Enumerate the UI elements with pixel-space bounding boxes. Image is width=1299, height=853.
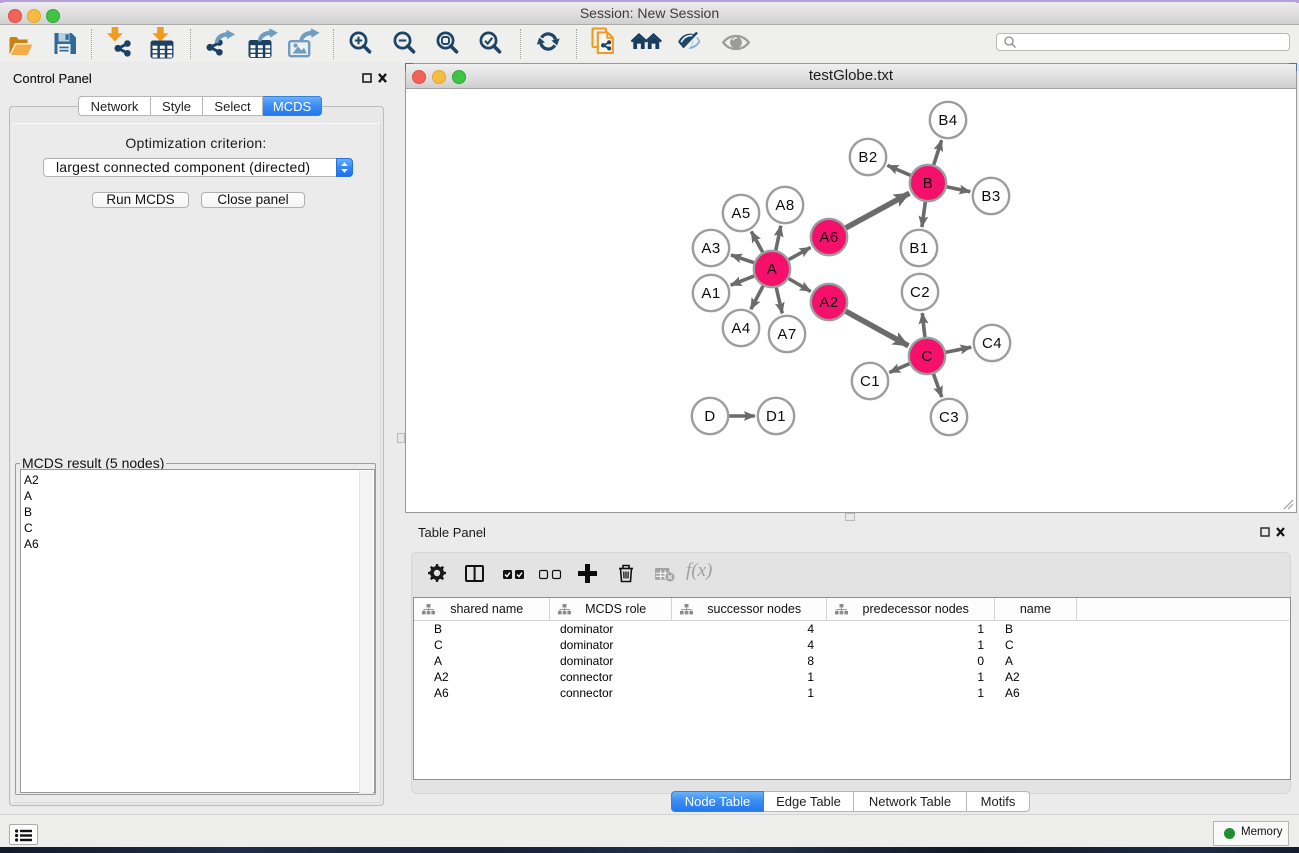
svg-text:B1: B1: [909, 240, 928, 257]
svg-text:C1: C1: [860, 373, 880, 390]
svg-text:A: A: [767, 261, 777, 278]
svg-text:A6: A6: [819, 229, 838, 246]
svg-text:C3: C3: [939, 409, 959, 426]
svg-text:A7: A7: [777, 326, 796, 343]
svg-text:A2: A2: [819, 294, 838, 311]
svg-text:D: D: [704, 408, 715, 425]
svg-text:A1: A1: [701, 285, 720, 302]
svg-text:C2: C2: [910, 284, 930, 301]
svg-text:B4: B4: [938, 112, 957, 129]
svg-text:A3: A3: [701, 240, 720, 257]
svg-text:C: C: [921, 348, 932, 365]
svg-text:C4: C4: [982, 335, 1002, 352]
svg-text:A4: A4: [731, 320, 750, 337]
svg-text:B2: B2: [858, 149, 877, 166]
svg-text:A5: A5: [731, 205, 750, 222]
svg-text:D1: D1: [766, 408, 786, 425]
svg-text:B3: B3: [981, 188, 1000, 205]
svg-text:A8: A8: [775, 197, 794, 214]
svg-text:B: B: [923, 175, 933, 192]
